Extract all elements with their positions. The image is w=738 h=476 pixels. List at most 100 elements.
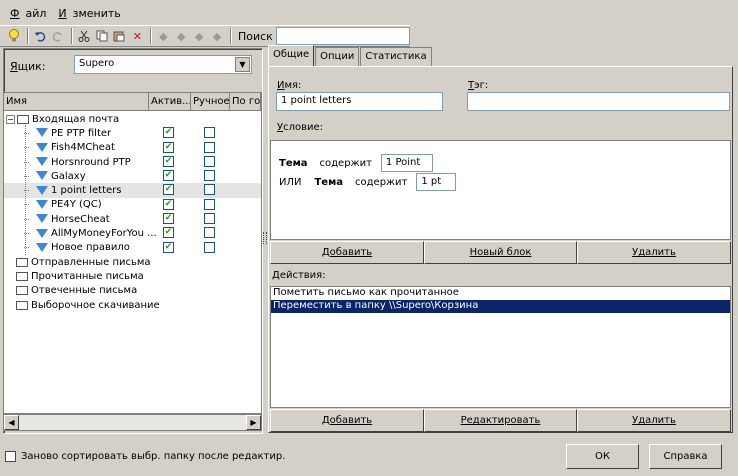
condition-field[interactable]: Тема bbox=[314, 177, 343, 188]
toolbar-separator bbox=[70, 28, 73, 44]
manual-checkbox[interactable] bbox=[204, 184, 215, 196]
toolbar: ✕ ◆ ◆ ◆ ◆ Поиск bbox=[0, 25, 411, 47]
menu-file[interactable]: Файл bbox=[10, 7, 52, 20]
condition-field[interactable]: Тема bbox=[279, 158, 308, 169]
condition-value-input[interactable]: 1 pt bbox=[416, 173, 457, 191]
move-up-icon[interactable]: ◆ bbox=[155, 28, 171, 44]
active-checkbox[interactable]: ✔ bbox=[163, 227, 174, 239]
manual-checkbox[interactable] bbox=[204, 127, 215, 139]
redo-icon[interactable] bbox=[50, 28, 66, 44]
actions-label: Действия: bbox=[272, 270, 326, 281]
actions-list[interactable]: Пометить письмо как прочитанное Перемест… bbox=[270, 286, 731, 408]
manual-checkbox[interactable] bbox=[204, 170, 215, 182]
undo-icon[interactable] bbox=[32, 28, 48, 44]
rule-row[interactable]: HorseCheat ✔ bbox=[4, 212, 261, 226]
toolbar-separator bbox=[229, 28, 232, 44]
column-header-manual[interactable]: Ручное bbox=[191, 93, 230, 110]
active-checkbox[interactable]: ✔ bbox=[163, 213, 174, 225]
rule-row[interactable]: 1 point letters ✔ bbox=[4, 183, 261, 198]
active-checkbox[interactable]: ✔ bbox=[163, 170, 174, 182]
condition-logic-or[interactable]: ИЛИ bbox=[279, 177, 301, 188]
folder-row[interactable]: Прочитанные письма bbox=[4, 269, 261, 283]
help-button[interactable]: Справка bbox=[649, 444, 722, 469]
folder-row[interactable]: − Входящая почта bbox=[4, 112, 261, 126]
copy-icon[interactable] bbox=[94, 28, 110, 44]
move-left-icon[interactable]: ◆ bbox=[191, 28, 207, 44]
folder-row[interactable]: Отправленные письма bbox=[4, 255, 261, 269]
ok-button[interactable]: ОК bbox=[566, 444, 639, 469]
tab-options[interactable]: Опции bbox=[315, 47, 360, 66]
manual-checkbox[interactable] bbox=[204, 241, 215, 253]
checkbox-box[interactable] bbox=[5, 451, 16, 462]
action-item[interactable]: Пометить письмо как прочитанное bbox=[271, 287, 730, 300]
chevron-down-icon[interactable]: ▼ bbox=[235, 57, 250, 72]
manual-checkbox[interactable] bbox=[204, 227, 215, 239]
condition-delete-button[interactable]: Удалить bbox=[577, 241, 731, 264]
manual-checkbox[interactable] bbox=[204, 198, 215, 210]
rule-row[interactable]: Horsnround PTP ✔ bbox=[4, 155, 261, 169]
delete-icon[interactable]: ✕ bbox=[129, 28, 145, 44]
lightbulb-icon[interactable] bbox=[6, 28, 22, 44]
folder-row[interactable]: Отвеченные письма bbox=[4, 284, 261, 298]
rule-row[interactable]: Fish4MCheat ✔ bbox=[4, 141, 261, 155]
folder-icon bbox=[16, 286, 28, 296]
horizontal-scrollbar[interactable]: ◀ ▶ bbox=[3, 414, 262, 431]
active-checkbox[interactable]: ✔ bbox=[163, 184, 174, 196]
active-checkbox[interactable]: ✔ bbox=[163, 198, 174, 210]
active-checkbox[interactable]: ✔ bbox=[163, 241, 174, 253]
condition-value-input[interactable]: 1 Point bbox=[380, 154, 433, 172]
collapse-icon[interactable]: − bbox=[6, 114, 15, 124]
move-down-icon[interactable]: ◆ bbox=[173, 28, 189, 44]
rule-row[interactable]: AllMyMoneyForYou ... ✔ bbox=[4, 226, 261, 240]
filter-icon bbox=[36, 199, 48, 210]
active-checkbox[interactable]: ✔ bbox=[163, 141, 174, 153]
folder-icon bbox=[17, 114, 29, 124]
column-header-by-hotkey[interactable]: По гор bbox=[230, 93, 261, 110]
action-delete-button[interactable]: Удалить bbox=[577, 409, 731, 432]
condition-new-block-button[interactable]: Новый блок bbox=[424, 241, 577, 264]
tab-statistics[interactable]: Статистика bbox=[360, 47, 432, 66]
menu-edit[interactable]: Изменить bbox=[58, 7, 126, 20]
folder-row[interactable]: Выборочное скачивание bbox=[4, 298, 261, 312]
active-checkbox[interactable]: ✔ bbox=[163, 127, 174, 139]
tab-strip: Общие Опции Статистика bbox=[268, 45, 433, 67]
action-add-button[interactable]: Добавить bbox=[270, 409, 424, 432]
row-name-cell: Выборочное скачивание bbox=[4, 300, 160, 311]
panel-splitter[interactable] bbox=[263, 232, 267, 244]
rule-row[interactable]: Galaxy ✔ bbox=[4, 169, 261, 183]
scroll-right-icon[interactable]: ▶ bbox=[246, 415, 261, 430]
condition-editor[interactable]: Тема содержит 1 Point ИЛИ Тема содержит … bbox=[270, 140, 731, 240]
mailbox-select[interactable]: Supero ▼ bbox=[74, 55, 252, 74]
condition-operator[interactable]: содержит bbox=[320, 158, 372, 169]
rule-row[interactable]: PE PTP filter ✔ bbox=[4, 126, 261, 140]
row-name: HorseCheat bbox=[51, 213, 110, 225]
active-checkbox[interactable]: ✔ bbox=[163, 155, 174, 167]
condition-add-button[interactable]: Добавить bbox=[270, 241, 424, 264]
condition-label: Условие: bbox=[277, 122, 324, 133]
column-header-active[interactable]: Актив... bbox=[149, 93, 191, 110]
action-edit-label: Редактировать bbox=[460, 415, 541, 426]
row-name-cell: Galaxy bbox=[4, 171, 86, 182]
condition-operator[interactable]: содержит bbox=[355, 177, 407, 188]
manual-checkbox[interactable] bbox=[204, 155, 215, 167]
tag-input[interactable] bbox=[467, 92, 730, 111]
scroll-left-icon[interactable]: ◀ bbox=[4, 415, 19, 430]
cut-icon[interactable] bbox=[76, 28, 92, 44]
rules-tree-table: Имя Актив... Ручное По гор − Входящая поч… bbox=[3, 92, 262, 414]
resort-folder-checkbox[interactable]: Заново сортировать выбр. папку после ред… bbox=[5, 451, 285, 462]
condition-add-label: Добавить bbox=[321, 247, 373, 258]
column-header-name[interactable]: Имя bbox=[4, 93, 149, 110]
action-edit-button[interactable]: Редактировать bbox=[424, 409, 577, 432]
action-item-selected[interactable]: Переместить в папку \\Supero\Корзина bbox=[271, 300, 730, 313]
manual-checkbox[interactable] bbox=[204, 141, 215, 153]
tab-general[interactable]: Общие bbox=[268, 45, 315, 66]
paste-icon[interactable] bbox=[112, 28, 128, 44]
move-right-icon[interactable]: ◆ bbox=[209, 28, 225, 44]
search-input[interactable] bbox=[275, 27, 411, 45]
name-input[interactable]: 1 point letters bbox=[276, 92, 443, 111]
rule-row[interactable]: PE4Y (QC) ✔ bbox=[4, 198, 261, 212]
manual-checkbox[interactable] bbox=[204, 213, 215, 225]
rule-row[interactable]: Новое правило ✔ bbox=[4, 241, 261, 255]
filter-icon bbox=[36, 185, 48, 196]
row-name-cell: AllMyMoneyForYou ... bbox=[4, 228, 157, 239]
